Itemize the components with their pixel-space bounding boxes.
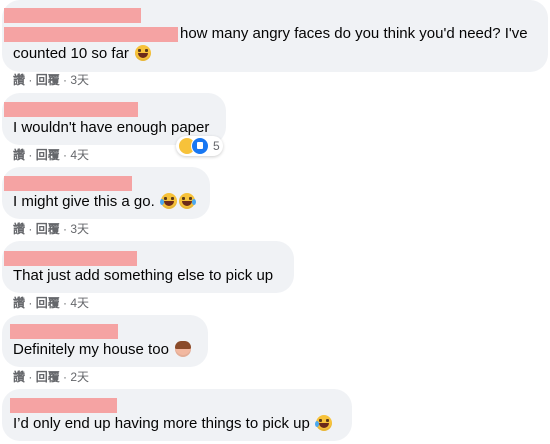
joy-emoji bbox=[315, 415, 333, 431]
comment-bubble: That just add something else to pick up bbox=[2, 241, 294, 293]
comment-text: I might give this a go. bbox=[13, 192, 196, 212]
redacted-author-name bbox=[4, 8, 141, 23]
comment-bubble: I might give this a go. bbox=[2, 167, 210, 219]
redacted-author-name bbox=[4, 102, 138, 117]
redacted-author-name bbox=[10, 398, 117, 413]
woman-facepalming-emoji bbox=[175, 341, 192, 357]
redacted-author-name bbox=[10, 324, 118, 339]
reaction-count: 5 bbox=[213, 139, 220, 153]
like-link[interactable]: 讚 bbox=[13, 73, 25, 87]
redacted-mention bbox=[4, 27, 178, 42]
joy-emoji bbox=[178, 193, 196, 209]
reply-link[interactable]: 回覆 bbox=[36, 370, 60, 384]
reply-link[interactable]: 回覆 bbox=[36, 222, 60, 236]
reply-link[interactable]: 回覆 bbox=[36, 73, 60, 87]
reply-link[interactable]: 回覆 bbox=[36, 148, 60, 162]
timestamp[interactable]: 4天 bbox=[70, 296, 89, 310]
comment-bubble: how many angry faces do you think you'd … bbox=[2, 0, 548, 72]
timestamp[interactable]: 3天 bbox=[70, 222, 89, 236]
comment-text: how many angry faces do you think you'd … bbox=[180, 25, 528, 42]
like-link[interactable]: 讚 bbox=[13, 370, 25, 384]
like-link[interactable]: 讚 bbox=[13, 148, 25, 162]
comment-actions: 讚 · 回覆 · 2天 bbox=[13, 370, 90, 384]
rofl-emoji bbox=[135, 45, 152, 61]
joy-emoji bbox=[159, 193, 177, 209]
like-reaction-icon bbox=[191, 137, 209, 155]
comment-actions: 讚 · 回覆 · 3天 bbox=[13, 222, 90, 236]
redacted-author-name bbox=[4, 251, 137, 266]
redacted-author-name bbox=[4, 176, 132, 191]
comment-text-line2: counted 10 so far bbox=[13, 44, 152, 64]
comment-bubble: I’d only end up having more things to pi… bbox=[2, 389, 352, 441]
comment-bubble: Definitely my house too bbox=[2, 315, 208, 367]
comment-text: I’d only end up having more things to pi… bbox=[13, 414, 333, 434]
reply-link[interactable]: 回覆 bbox=[36, 296, 60, 310]
comment-actions: 讚 · 回覆 · 3天 bbox=[13, 73, 90, 87]
reaction-summary[interactable]: 5 bbox=[176, 136, 223, 156]
comment-text: Definitely my house too bbox=[13, 340, 192, 360]
comment-actions: 讚 · 回覆 · 4天 bbox=[13, 296, 90, 310]
timestamp[interactable]: 3天 bbox=[70, 73, 89, 87]
comment-text: I wouldn't have enough paper bbox=[13, 119, 210, 136]
comment-actions: 讚 · 回覆 · 4天 bbox=[13, 148, 90, 162]
like-link[interactable]: 讚 bbox=[13, 296, 25, 310]
timestamp[interactable]: 2天 bbox=[70, 370, 89, 384]
comment-text: That just add something else to pick up bbox=[13, 267, 274, 284]
like-link[interactable]: 讚 bbox=[13, 222, 25, 236]
timestamp[interactable]: 4天 bbox=[70, 148, 89, 162]
